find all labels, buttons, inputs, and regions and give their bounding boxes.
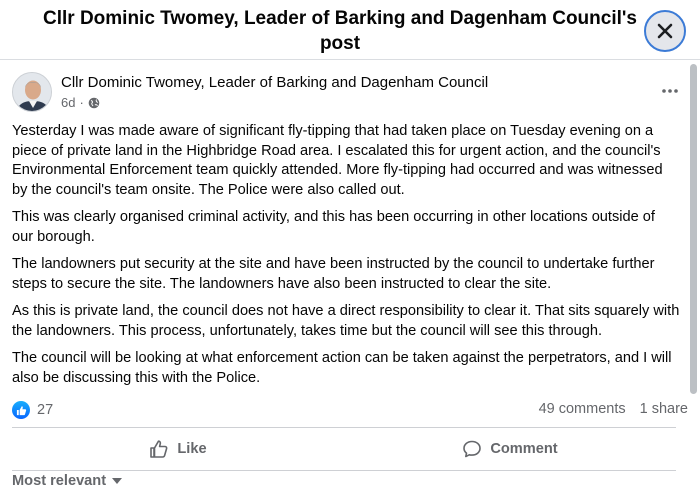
- thumbs-up-icon: [150, 440, 168, 458]
- post-author[interactable]: Cllr Dominic Twomey, Leader of Barking a…: [61, 74, 488, 91]
- close-icon: [657, 23, 673, 39]
- reactions-bar: 27 49 comments 1 share: [12, 399, 688, 421]
- post-paragraph: This was clearly organised criminal acti…: [12, 209, 655, 245]
- post-stats: 49 comments 1 share: [539, 401, 688, 417]
- post-time[interactable]: 6d: [61, 95, 75, 110]
- shares-count[interactable]: 1 share: [640, 401, 688, 417]
- comments-sort-label: Most relevant: [12, 473, 107, 489]
- post-body: Yesterday I was made aware of significan…: [12, 122, 680, 396]
- dialog-title: Cllr Dominic Twomey, Leader of Barking a…: [43, 8, 637, 54]
- like-button[interactable]: Like: [12, 428, 344, 470]
- scrollbar-thumb[interactable]: [690, 64, 697, 394]
- dialog-header: Cllr Dominic Twomey, Leader of Barking a…: [0, 0, 700, 60]
- post-paragraph: As this is private land, the council doe…: [12, 303, 680, 339]
- comment-label: Comment: [490, 441, 558, 457]
- caret-down-icon: [112, 478, 123, 484]
- post-paragraph: Yesterday I was made aware of significan…: [12, 123, 663, 198]
- avatar[interactable]: [12, 72, 52, 112]
- comments-sort-dropdown[interactable]: Most relevant: [12, 473, 123, 489]
- post-paragraph: The landowners put security at the site …: [12, 256, 655, 292]
- like-label: Like: [177, 441, 207, 457]
- close-button[interactable]: [644, 10, 686, 52]
- comment-button[interactable]: Comment: [344, 428, 676, 470]
- reaction-count[interactable]: 27: [37, 402, 53, 418]
- post-actions: Like Comment: [12, 427, 676, 471]
- scrollbar[interactable]: [688, 61, 700, 500]
- comments-count[interactable]: 49 comments: [539, 401, 626, 417]
- post-scroll-area: Cllr Dominic Twomey, Leader of Barking a…: [0, 61, 688, 500]
- globe-icon: [88, 97, 100, 108]
- more-options-icon: [662, 89, 678, 93]
- like-reaction-icon[interactable]: [12, 401, 30, 419]
- comment-icon: [463, 440, 482, 458]
- post-meta: 6d ·: [61, 95, 100, 110]
- post-options-button[interactable]: [656, 81, 684, 101]
- post-paragraph: The council will be looking at what enfo…: [12, 350, 672, 386]
